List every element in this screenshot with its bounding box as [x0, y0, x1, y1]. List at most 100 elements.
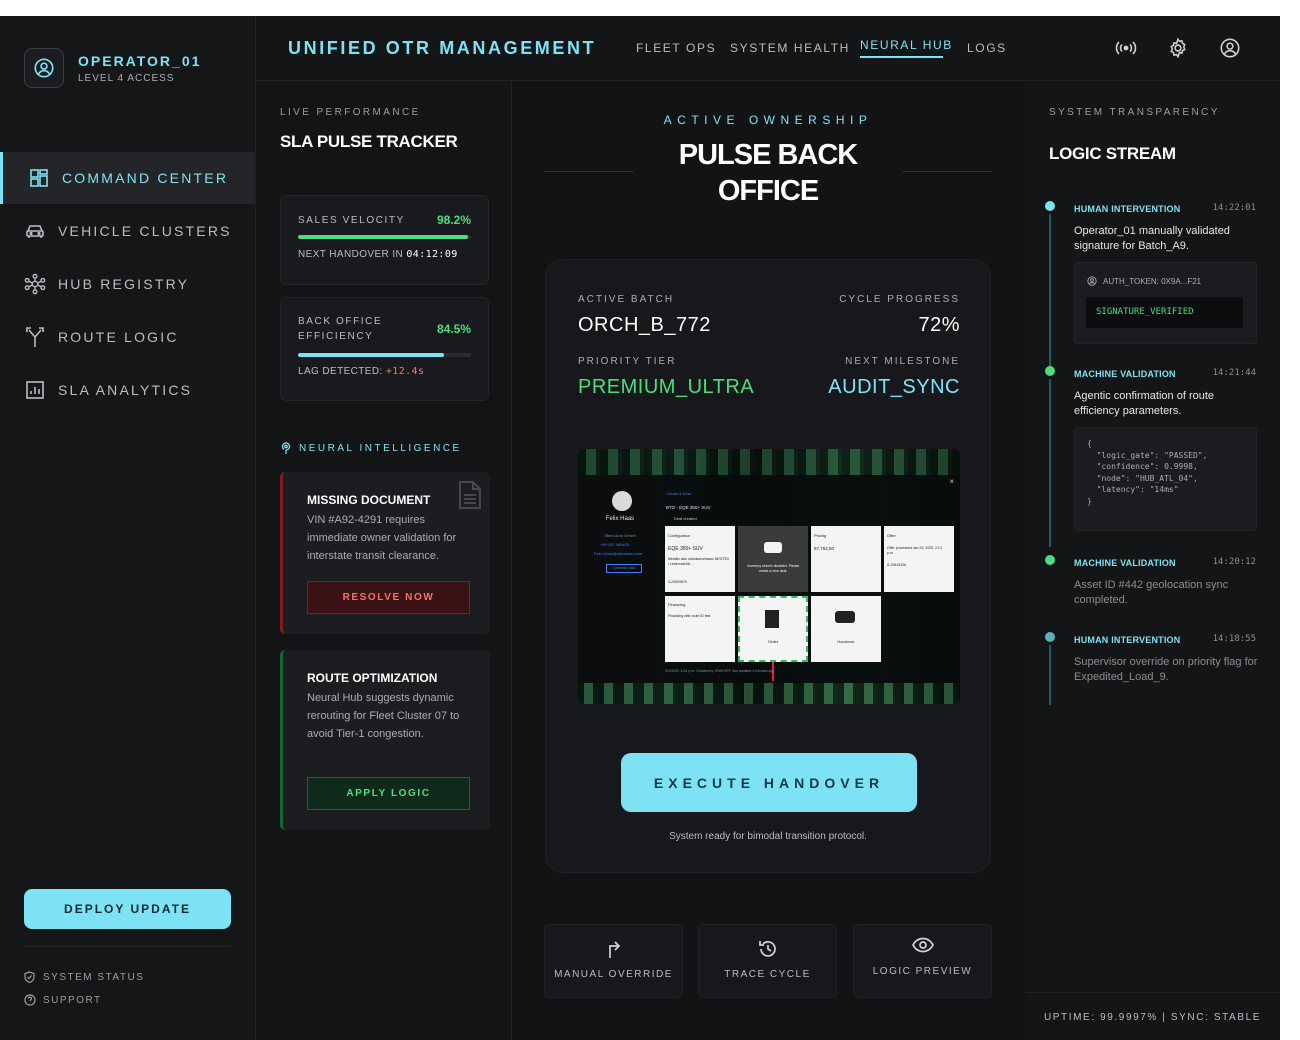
- avatar: [24, 48, 64, 88]
- resolve-now-button[interactable]: RESOLVE NOW: [307, 581, 470, 614]
- kpi-card-back-office: BACK OFFICE EFFICIENCY 84.5% LAG DETECTE…: [280, 297, 489, 401]
- preview-handover-label: Handover: [837, 639, 855, 644]
- sidebar-item-label: SLA ANALYTICS: [58, 382, 193, 398]
- ready-status-text: System ready for bimodal transition prot…: [669, 831, 867, 842]
- top-bar: UNIFIED OTR MANAGEMENT FLEET OPS SYSTEM …: [256, 16, 1280, 81]
- auth-token-box: AUTH_TOKEN: 0X9A...F21 SIGNATURE_VERIFIE…: [1074, 262, 1257, 344]
- next-milestone-value: AUDIT_SYNC: [828, 376, 960, 398]
- tab-logs[interactable]: LOGS: [967, 41, 1007, 55]
- trace-cycle-button[interactable]: TRACE CYCLE: [698, 924, 837, 998]
- kpi-sub-value: +12.4s: [385, 366, 425, 377]
- kpi-card-sales-velocity: SALES VELOCITY 98.2% NEXT HANDOVER IN 04…: [280, 195, 489, 285]
- neural-label: NEURAL INTELLIGENCE: [299, 443, 462, 454]
- auth-token: AUTH_TOKEN: 0X9A...F21: [1087, 276, 1201, 286]
- next-milestone-label: NEXT MILESTONE: [845, 356, 960, 367]
- panel-eyebrow: LIVE PERFORMANCE: [280, 107, 421, 118]
- event-type: MACHINE VALIDATION: [1074, 558, 1176, 568]
- preview-deal-status: Deal created: [674, 516, 697, 521]
- brand-title: UNIFIED OTR MANAGEMENT: [288, 38, 597, 58]
- panel-title: LOGIC STREAM: [1049, 144, 1176, 163]
- event-description: Asset ID #442 geolocation sync completed…: [1074, 579, 1229, 606]
- sidebar-item-sla-analytics[interactable]: SLA ANALYTICS: [0, 364, 255, 416]
- cycle-progress-value: 72%: [918, 314, 960, 336]
- preview-card-title: Pricing: [814, 533, 827, 538]
- apply-logic-button[interactable]: APPLY LOGIC: [307, 777, 470, 810]
- active-batch-label: ACTIVE BATCH: [578, 294, 675, 305]
- alert-route-optimization: ROUTE OPTIMIZATION Neural Hub suggests d…: [280, 650, 490, 830]
- preview-contact-company: Stern Auto GmbH: [604, 533, 636, 538]
- car-icon: [24, 220, 46, 242]
- active-tab-indicator: [860, 56, 943, 58]
- manual-override-button[interactable]: MANUAL OVERRIDE: [544, 924, 683, 998]
- sidebar-item-command-center[interactable]: COMMAND CENTER: [0, 152, 255, 204]
- event-time: 14:20:12: [1212, 557, 1256, 567]
- sla-panel: LIVE PERFORMANCE SLA PULSE TRACKER SALES…: [256, 81, 512, 1040]
- shield-icon: [24, 971, 36, 983]
- deploy-update-button[interactable]: DEPLOY UPDATE: [24, 889, 231, 929]
- history-icon: [699, 939, 836, 959]
- user-circle-icon: [1087, 276, 1097, 286]
- sidebar-item-route-logic[interactable]: ROUTE LOGIC: [0, 311, 255, 363]
- tab-fleet-ops[interactable]: FLEET OPS: [636, 41, 716, 55]
- logic-preview-button[interactable]: LOGIC PREVIEW: [853, 924, 992, 998]
- preview-inventory-card: Inventory search disabled. Please create…: [738, 526, 808, 592]
- kpi-sub-label: NEXT HANDOVER IN: [298, 249, 404, 260]
- preview-order-icon: [765, 610, 779, 628]
- panel-eyebrow: SYSTEM TRANSPARENCY: [1049, 107, 1220, 118]
- kpi-progress-fill: [298, 235, 468, 239]
- timeline-line: [1049, 379, 1051, 547]
- sidebar-item-label: ROUTE LOGIC: [58, 329, 179, 345]
- preview-card-desc: Metallic lack obsidianschwarz NEOTEX / L…: [668, 557, 730, 566]
- turn-right-icon: [545, 939, 682, 959]
- event-type: MACHINE VALIDATION: [1074, 369, 1176, 379]
- neural-intelligence-heading: NEURAL INTELLIGENCE: [280, 442, 462, 455]
- center-title: PULSE BACK OFFICE: [512, 137, 1024, 209]
- broadcast-icon[interactable]: [1114, 36, 1138, 60]
- sidebar-item-vehicle-clusters[interactable]: VEHICLE CLUSTERS: [0, 205, 255, 257]
- kpi-sub: LAG DETECTED: +12.4s: [298, 366, 424, 377]
- app-window: OPERATOR_01 LEVEL 4 ACCESS COMMAND CENTE…: [0, 16, 1280, 1040]
- divider: [24, 946, 231, 947]
- sidebar-item-hub-registry[interactable]: HUB REGISTRY: [0, 258, 255, 310]
- preview-inventory-text: Inventory search disabled. Please create…: [746, 564, 800, 573]
- tab-neural-hub[interactable]: NEURAL HUB: [860, 38, 953, 52]
- cycle-progress-label: CYCLE PROGRESS: [839, 294, 960, 305]
- account-icon[interactable]: [1218, 36, 1242, 60]
- preview-contact-phone: +49 157 389403: [600, 542, 630, 547]
- preview-configurator-card: Configurator EQE 350+ SUV Metallic lack …: [665, 526, 735, 592]
- deal-preview-image: Felix Haas Stern Auto GmbH +49 157 38940…: [578, 449, 960, 704]
- preview-pricing-card: Pricing 87.762,50: [811, 526, 881, 592]
- preview-card-value: 87.762,50: [814, 546, 835, 551]
- sidebar-item-label: HUB REGISTRY: [58, 276, 190, 292]
- kpi-progress-bar: [298, 353, 471, 357]
- preview-card-title: Offer: [887, 533, 896, 538]
- dashboard-icon: [28, 167, 50, 189]
- event-time: 14:21:44: [1212, 368, 1256, 378]
- event-type: HUMAN INTERVENTION: [1074, 204, 1181, 214]
- alert-description: Neural Hub suggests dynamic rerouting fo…: [307, 692, 460, 740]
- preview-card-text: Offer processed Jan 29, 2025, 2:13 p.m: [887, 546, 942, 555]
- preview-create-deal: Create a Deal: [666, 491, 691, 496]
- auth-token-label: AUTH_TOKEN: 0X9A...F21: [1103, 276, 1202, 286]
- support-link[interactable]: SUPPORT: [24, 994, 102, 1006]
- preview-dialog: Felix Haas Stern Auto GmbH +49 157 38940…: [578, 475, 960, 683]
- action-label: TRACE CYCLE: [724, 969, 811, 980]
- preview-handover-card: Handover: [811, 596, 881, 662]
- preview-car-icon: [764, 542, 782, 553]
- tab-system-health[interactable]: SYSTEM HEALTH: [730, 41, 850, 55]
- help-icon: [24, 994, 36, 1006]
- preview-card-model: EQE 350+ SUV: [668, 546, 703, 552]
- center-title-line2: OFFICE: [717, 175, 819, 207]
- execute-handover-button[interactable]: EXECUTE HANDOVER: [621, 753, 917, 812]
- system-status-label: SYSTEM STATUS: [43, 971, 145, 983]
- sidebar-item-label: COMMAND CENTER: [62, 170, 229, 186]
- system-status-link[interactable]: SYSTEM STATUS: [24, 971, 144, 983]
- event-code: { "logic_gate": "PASSED", "confidence": …: [1087, 439, 1208, 506]
- center-eyebrow: ACTIVE OWNERSHIP: [663, 113, 873, 127]
- preview-card-code: 0-24993579: [668, 580, 687, 584]
- alert-missing-document: MISSING DOCUMENT VIN #A92-4291 requires …: [280, 472, 490, 634]
- kpi-value: 98.2%: [436, 213, 471, 227]
- gear-icon[interactable]: [1166, 36, 1190, 60]
- alert-description: VIN #A92-4291 requires immediate owner v…: [307, 514, 457, 562]
- user-profile[interactable]: OPERATOR_01 LEVEL 4 ACCESS: [24, 48, 201, 88]
